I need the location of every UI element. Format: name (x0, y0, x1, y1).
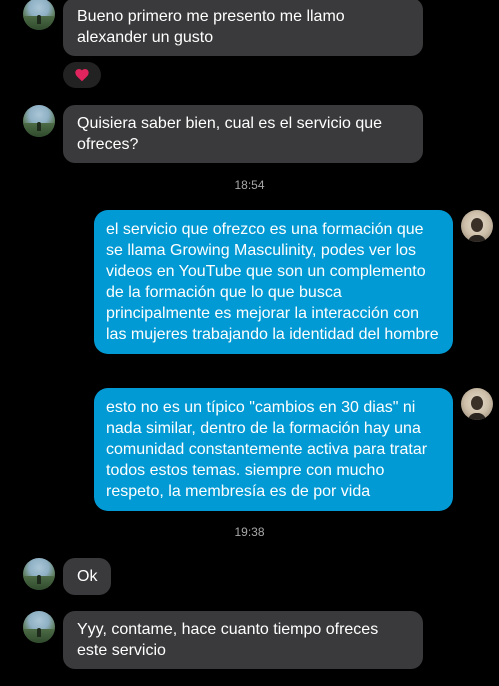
avatar-figure (37, 575, 41, 584)
sender-avatar[interactable] (23, 558, 55, 590)
incoming-message-bubble[interactable]: Bueno primero me presento me llamo alexa… (63, 0, 423, 56)
avatar-body (468, 413, 486, 420)
own-avatar[interactable] (461, 388, 493, 420)
message-text: el servicio que ofrezco es una formación… (106, 221, 439, 343)
incoming-message-bubble[interactable]: Quisiera saber bien, cual es el servicio… (63, 105, 423, 163)
incoming-message-bubble[interactable]: Yyy, contame, hace cuanto tiempo ofreces… (63, 611, 423, 669)
sender-avatar[interactable] (23, 0, 55, 30)
message-text: Quisiera saber bien, cual es el servicio… (77, 115, 383, 153)
avatar-head (471, 218, 483, 232)
avatar-body (468, 235, 486, 242)
sender-avatar[interactable] (23, 105, 55, 137)
message-text: Bueno primero me presento me llamo alexa… (77, 8, 345, 46)
incoming-message-bubble[interactable]: Ok (63, 558, 112, 595)
avatar-figure (37, 15, 41, 24)
avatar-head (471, 396, 483, 410)
sender-avatar[interactable] (23, 611, 55, 643)
message-text: Ok (77, 568, 98, 585)
avatar-figure (37, 628, 41, 637)
heart-icon (74, 67, 90, 83)
message-text: esto no es un típico "cambios en 30 dias… (106, 399, 428, 500)
outgoing-message-bubble[interactable]: esto no es un típico "cambios en 30 dias… (94, 388, 453, 511)
message-timestamp: 19:38 (234, 525, 265, 539)
message-text: Yyy, contame, hace cuanto tiempo ofreces… (77, 621, 379, 659)
avatar-figure (37, 122, 41, 131)
message-timestamp: 18:54 (234, 178, 265, 192)
outgoing-message-bubble[interactable]: el servicio que ofrezco es una formación… (94, 210, 453, 354)
message-reaction[interactable] (63, 62, 101, 88)
own-avatar[interactable] (461, 210, 493, 242)
